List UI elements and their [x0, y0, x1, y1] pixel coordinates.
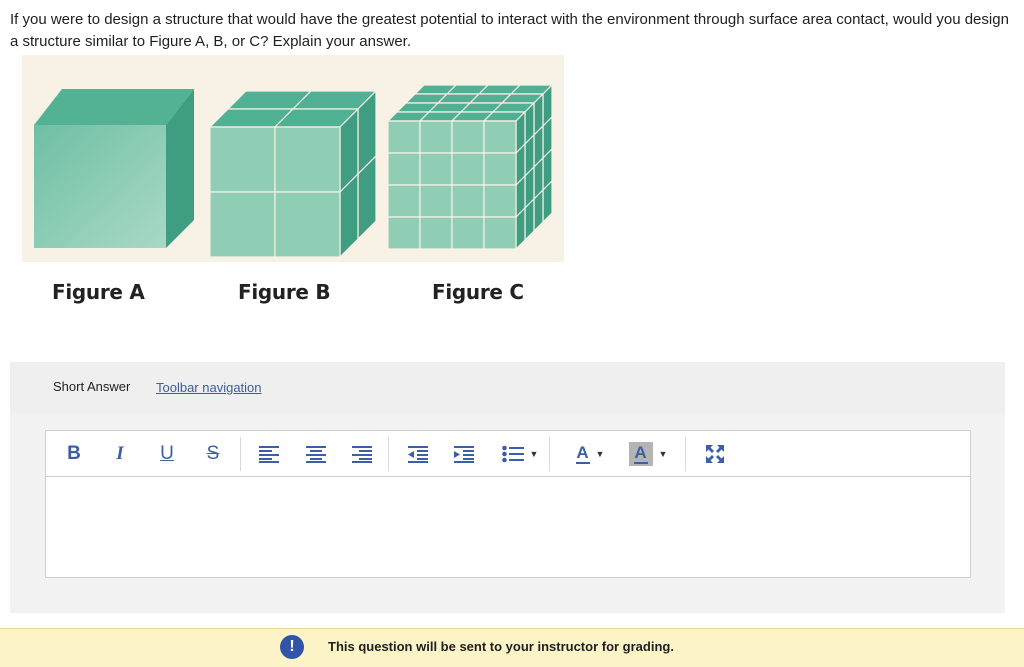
align-right-icon	[352, 446, 372, 463]
grading-notice-banner: ! This question will be sent to your ins…	[0, 628, 1024, 667]
rich-text-editor: B I U S ▼ A ▼ A ▼	[45, 430, 971, 578]
question-text: If you were to design a structure that w…	[10, 11, 1009, 50]
fullscreen-button[interactable]	[704, 441, 726, 467]
figure-b-cubes	[208, 89, 378, 259]
highlight-color-button[interactable]: A ▼	[623, 441, 673, 467]
figure-c-label: Figure C	[432, 280, 524, 304]
grading-notice-text: This question will be sent to your instr…	[328, 639, 674, 654]
figure-a-cube	[34, 89, 194, 248]
italic-button[interactable]: I	[112, 441, 128, 467]
figure-b-label: Figure B	[238, 280, 331, 304]
alert-icon: !	[280, 635, 304, 659]
strikethrough-button[interactable]: S	[204, 441, 222, 467]
align-center-icon	[306, 446, 326, 463]
font-color-swatch	[575, 462, 590, 464]
toolbar-divider	[549, 437, 550, 471]
bold-button[interactable]: B	[66, 441, 82, 467]
outdent-button[interactable]	[407, 441, 429, 467]
align-left-button[interactable]	[258, 441, 280, 467]
bullet-list-button[interactable]: ▼	[498, 441, 542, 467]
answer-text-area[interactable]	[46, 477, 970, 577]
font-color-icon: A	[576, 443, 589, 462]
bullet-list-icon	[501, 445, 524, 463]
toolbar-divider	[685, 437, 686, 471]
align-left-icon	[259, 446, 279, 463]
figure-c-cubes	[386, 83, 554, 251]
editor-toolbar: B I U S ▼ A ▼ A ▼	[46, 431, 970, 477]
toolbar-divider	[388, 437, 389, 471]
answer-panel: Short Answer Toolbar navigation B I U S	[10, 362, 1005, 613]
chevron-down-icon: ▼	[595, 449, 605, 459]
indent-icon	[454, 446, 474, 463]
align-center-button[interactable]	[305, 441, 327, 467]
highlight-color-swatch	[633, 462, 648, 464]
indent-button[interactable]	[453, 441, 475, 467]
cube-figures-image	[22, 55, 564, 262]
figure-a-label: Figure A	[52, 280, 145, 304]
underline-button[interactable]: U	[159, 441, 175, 467]
chevron-down-icon: ▼	[529, 449, 539, 459]
cube-illustration	[34, 83, 554, 259]
toolbar-divider	[240, 437, 241, 471]
answer-type-label: Short Answer	[53, 379, 131, 394]
chevron-down-icon: ▼	[658, 449, 668, 459]
align-right-button[interactable]	[351, 441, 373, 467]
answer-header: Short Answer Toolbar navigation	[10, 362, 1005, 414]
fullscreen-icon	[706, 445, 724, 463]
highlight-color-icon: A	[634, 443, 647, 462]
font-color-button[interactable]: A ▼	[568, 441, 612, 467]
toolbar-navigation-link[interactable]: Toolbar navigation	[156, 380, 262, 395]
outdent-icon	[408, 446, 428, 463]
